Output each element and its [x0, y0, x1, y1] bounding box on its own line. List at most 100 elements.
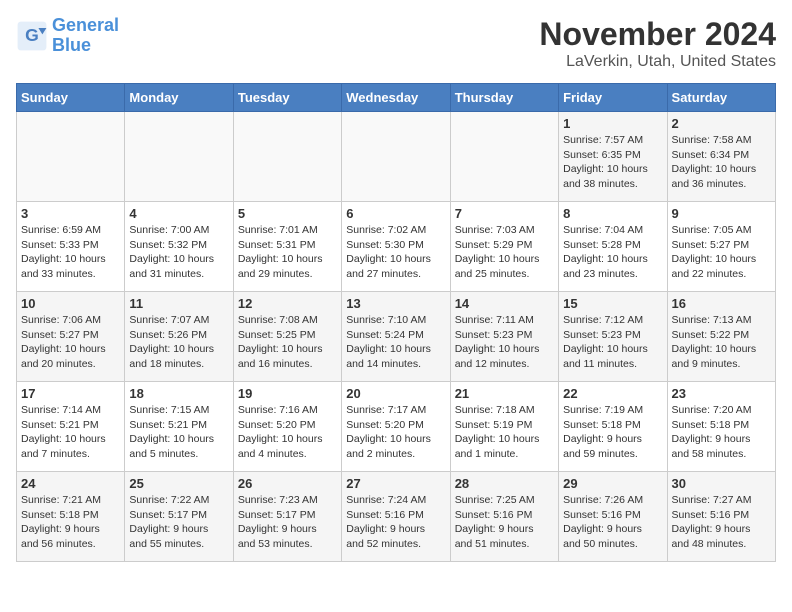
- logo-line2: Blue: [52, 35, 91, 55]
- calendar-week-4: 17 Sunrise: 7:14 AM Sunset: 5:21 PM Dayli…: [17, 382, 776, 472]
- day-number: 10: [21, 296, 120, 311]
- day-info: Sunrise: 7:21 AM Sunset: 5:18 PM Dayligh…: [21, 493, 120, 552]
- calendar-cell: 26 Sunrise: 7:23 AM Sunset: 5:17 PM Dayli…: [233, 472, 341, 562]
- day-info: Sunrise: 7:16 AM Sunset: 5:20 PM Dayligh…: [238, 403, 337, 462]
- calendar-cell: 20 Sunrise: 7:17 AM Sunset: 5:20 PM Dayli…: [342, 382, 450, 472]
- logo-line1: General: [52, 15, 119, 35]
- location-title: LaVerkin, Utah, United States: [539, 53, 776, 71]
- day-number: 18: [129, 386, 228, 401]
- day-number: 29: [563, 476, 662, 491]
- day-number: 25: [129, 476, 228, 491]
- header-cell-friday: Friday: [559, 84, 667, 112]
- day-number: 6: [346, 206, 445, 221]
- header-cell-monday: Monday: [125, 84, 233, 112]
- day-number: 4: [129, 206, 228, 221]
- calendar-cell: 12 Sunrise: 7:08 AM Sunset: 5:25 PM Dayli…: [233, 292, 341, 382]
- calendar-week-2: 3 Sunrise: 6:59 AM Sunset: 5:33 PM Daylig…: [17, 202, 776, 292]
- calendar-cell: 15 Sunrise: 7:12 AM Sunset: 5:23 PM Dayli…: [559, 292, 667, 382]
- day-info: Sunrise: 7:05 AM Sunset: 5:27 PM Dayligh…: [672, 223, 771, 282]
- day-number: 2: [672, 116, 771, 131]
- calendar-cell: 18Sunrise: 7:15 AM Sunset: 5:21 PM Dayli…: [125, 382, 233, 472]
- day-info: Sunrise: 7:06 AM Sunset: 5:27 PM Dayligh…: [21, 313, 120, 372]
- day-info: Sunrise: 7:57 AM Sunset: 6:35 PM Dayligh…: [563, 133, 662, 192]
- day-info: Sunrise: 7:14 AM Sunset: 5:21 PM Dayligh…: [21, 403, 120, 462]
- day-number: 17: [21, 386, 120, 401]
- day-number: 12: [238, 296, 337, 311]
- logo-icon: G: [16, 20, 48, 52]
- day-number: 1: [563, 116, 662, 131]
- day-info: Sunrise: 7:03 AM Sunset: 5:29 PM Dayligh…: [455, 223, 554, 282]
- calendar-week-5: 24 Sunrise: 7:21 AM Sunset: 5:18 PM Dayli…: [17, 472, 776, 562]
- title-area: November 2024 LaVerkin, Utah, United Sta…: [539, 16, 776, 71]
- calendar-cell: 5 Sunrise: 7:01 AM Sunset: 5:31 PM Daylig…: [233, 202, 341, 292]
- day-number: 26: [238, 476, 337, 491]
- calendar-cell: 30 Sunrise: 7:27 AM Sunset: 5:16 PM Dayli…: [667, 472, 775, 562]
- calendar-cell: 8 Sunrise: 7:04 AM Sunset: 5:28 PM Daylig…: [559, 202, 667, 292]
- calendar-cell: [233, 112, 341, 202]
- calendar-cell: 7Sunrise: 7:03 AM Sunset: 5:29 PM Daylig…: [450, 202, 558, 292]
- day-info: Sunrise: 7:01 AM Sunset: 5:31 PM Dayligh…: [238, 223, 337, 282]
- calendar-cell: 6Sunrise: 7:02 AM Sunset: 5:30 PM Daylig…: [342, 202, 450, 292]
- calendar-cell: 27 Sunrise: 7:24 AM Sunset: 5:16 PM Dayli…: [342, 472, 450, 562]
- day-number: 8: [563, 206, 662, 221]
- day-number: 5: [238, 206, 337, 221]
- day-number: 30: [672, 476, 771, 491]
- calendar-cell: 16 Sunrise: 7:13 AM Sunset: 5:22 PM Dayli…: [667, 292, 775, 382]
- day-number: 19: [238, 386, 337, 401]
- calendar-cell: [17, 112, 125, 202]
- day-info: Sunrise: 7:04 AM Sunset: 5:28 PM Dayligh…: [563, 223, 662, 282]
- calendar-cell: 29 Sunrise: 7:26 AM Sunset: 5:16 PM Dayli…: [559, 472, 667, 562]
- day-number: 9: [672, 206, 771, 221]
- day-number: 15: [563, 296, 662, 311]
- calendar-cell: 14Sunrise: 7:11 AM Sunset: 5:23 PM Dayli…: [450, 292, 558, 382]
- day-number: 27: [346, 476, 445, 491]
- day-info: Sunrise: 7:27 AM Sunset: 5:16 PM Dayligh…: [672, 493, 771, 552]
- day-info: Sunrise: 7:24 AM Sunset: 5:16 PM Dayligh…: [346, 493, 445, 552]
- day-info: Sunrise: 7:08 AM Sunset: 5:25 PM Dayligh…: [238, 313, 337, 372]
- day-info: Sunrise: 7:26 AM Sunset: 5:16 PM Dayligh…: [563, 493, 662, 552]
- header-cell-thursday: Thursday: [450, 84, 558, 112]
- day-info: Sunrise: 7:17 AM Sunset: 5:20 PM Dayligh…: [346, 403, 445, 462]
- header-cell-wednesday: Wednesday: [342, 84, 450, 112]
- day-number: 23: [672, 386, 771, 401]
- day-info: Sunrise: 7:19 AM Sunset: 5:18 PM Dayligh…: [563, 403, 662, 462]
- day-number: 11: [129, 296, 228, 311]
- day-info: Sunrise: 6:59 AM Sunset: 5:33 PM Dayligh…: [21, 223, 120, 282]
- day-info: Sunrise: 7:00 AM Sunset: 5:32 PM Dayligh…: [129, 223, 228, 282]
- calendar-week-1: 1 Sunrise: 7:57 AM Sunset: 6:35 PM Daylig…: [17, 112, 776, 202]
- header: G General Blue November 2024 LaVerkin, U…: [16, 16, 776, 71]
- calendar-cell: 10 Sunrise: 7:06 AM Sunset: 5:27 PM Dayli…: [17, 292, 125, 382]
- calendar-cell: 13Sunrise: 7:10 AM Sunset: 5:24 PM Dayli…: [342, 292, 450, 382]
- calendar-cell: 24 Sunrise: 7:21 AM Sunset: 5:18 PM Dayli…: [17, 472, 125, 562]
- calendar-cell: 2 Sunrise: 7:58 AM Sunset: 6:34 PM Daylig…: [667, 112, 775, 202]
- calendar-cell: 4 Sunrise: 7:00 AM Sunset: 5:32 PM Daylig…: [125, 202, 233, 292]
- day-number: 20: [346, 386, 445, 401]
- day-number: 21: [455, 386, 554, 401]
- calendar-cell: [342, 112, 450, 202]
- day-number: 28: [455, 476, 554, 491]
- day-info: Sunrise: 7:23 AM Sunset: 5:17 PM Dayligh…: [238, 493, 337, 552]
- calendar-table: SundayMondayTuesdayWednesdayThursdayFrid…: [16, 83, 776, 562]
- day-info: Sunrise: 7:12 AM Sunset: 5:23 PM Dayligh…: [563, 313, 662, 372]
- day-number: 24: [21, 476, 120, 491]
- day-number: 16: [672, 296, 771, 311]
- day-number: 22: [563, 386, 662, 401]
- header-cell-sunday: Sunday: [17, 84, 125, 112]
- day-info: Sunrise: 7:22 AM Sunset: 5:17 PM Dayligh…: [129, 493, 228, 552]
- calendar-header: SundayMondayTuesdayWednesdayThursdayFrid…: [17, 84, 776, 112]
- day-info: Sunrise: 7:13 AM Sunset: 5:22 PM Dayligh…: [672, 313, 771, 372]
- calendar-cell: 11 Sunrise: 7:07 AM Sunset: 5:26 PM Dayli…: [125, 292, 233, 382]
- calendar-body: 1 Sunrise: 7:57 AM Sunset: 6:35 PM Daylig…: [17, 112, 776, 562]
- calendar-cell: 23Sunrise: 7:20 AM Sunset: 5:18 PM Dayli…: [667, 382, 775, 472]
- calendar-cell: 3 Sunrise: 6:59 AM Sunset: 5:33 PM Daylig…: [17, 202, 125, 292]
- calendar-cell: 28Sunrise: 7:25 AM Sunset: 5:16 PM Dayli…: [450, 472, 558, 562]
- day-info: Sunrise: 7:07 AM Sunset: 5:26 PM Dayligh…: [129, 313, 228, 372]
- calendar-cell: [450, 112, 558, 202]
- calendar-week-3: 10 Sunrise: 7:06 AM Sunset: 5:27 PM Dayli…: [17, 292, 776, 382]
- month-title: November 2024: [539, 16, 776, 53]
- calendar-cell: 19 Sunrise: 7:16 AM Sunset: 5:20 PM Dayli…: [233, 382, 341, 472]
- header-cell-tuesday: Tuesday: [233, 84, 341, 112]
- calendar-cell: 1 Sunrise: 7:57 AM Sunset: 6:35 PM Daylig…: [559, 112, 667, 202]
- day-info: Sunrise: 7:58 AM Sunset: 6:34 PM Dayligh…: [672, 133, 771, 192]
- day-number: 3: [21, 206, 120, 221]
